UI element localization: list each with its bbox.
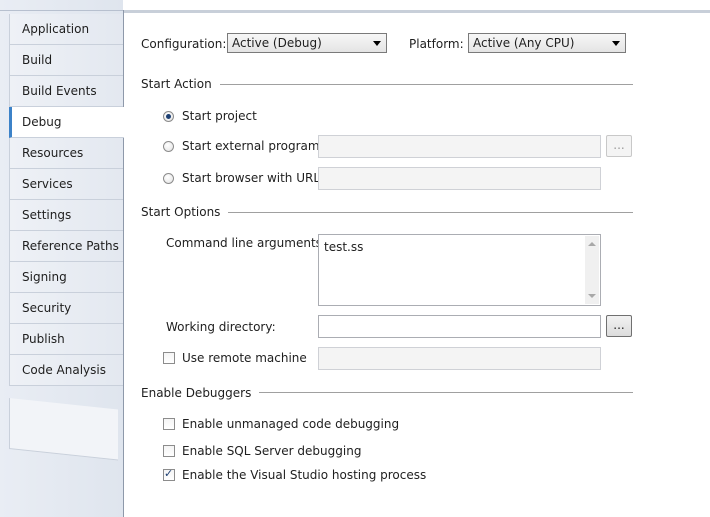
tab-services[interactable]: Services <box>9 169 123 200</box>
configuration-label: Configuration: <box>141 37 227 51</box>
working-directory-field[interactable] <box>318 315 601 338</box>
tab-signing[interactable]: Signing <box>9 262 123 293</box>
working-directory-label: Working directory: <box>166 320 276 334</box>
browser-url-field[interactable] <box>318 167 601 190</box>
start-external-radio[interactable] <box>163 141 174 152</box>
platform-label: Platform: <box>409 37 464 51</box>
configuration-value: Active (Debug) <box>232 36 322 50</box>
tab-debug[interactable]: Debug <box>9 107 124 138</box>
tab-resources[interactable]: Resources <box>9 138 123 169</box>
tab-strip-end <box>9 398 118 461</box>
remote-machine-label[interactable]: Use remote machine <box>182 351 307 365</box>
tab-build[interactable]: Build <box>9 45 123 76</box>
external-program-field[interactable] <box>318 135 601 158</box>
tab-list: Application Build Build Events Debug Res… <box>9 14 124 386</box>
remote-machine-checkbox[interactable] <box>163 352 175 364</box>
scroll-down-icon[interactable] <box>588 294 596 298</box>
sql-debugging-label[interactable]: Enable SQL Server debugging <box>182 444 361 458</box>
sql-debugging-checkbox[interactable] <box>163 445 175 457</box>
tab-security[interactable]: Security <box>9 293 123 324</box>
tab-settings[interactable]: Settings <box>9 200 123 231</box>
chevron-down-icon <box>612 41 620 46</box>
tab-sidebar: Application Build Build Events Debug Res… <box>0 0 124 517</box>
start-external-label[interactable]: Start external program: <box>182 139 324 153</box>
chevron-down-icon <box>373 41 381 46</box>
command-line-args-field[interactable]: test.ss <box>318 234 601 306</box>
start-browser-label[interactable]: Start browser with URL: <box>182 171 324 185</box>
command-line-args-value: test.ss <box>324 240 364 254</box>
tab-publish[interactable]: Publish <box>9 324 123 355</box>
configuration-select[interactable]: Active (Debug) <box>227 33 387 53</box>
start-action-title: Start Action <box>141 77 220 91</box>
enable-debuggers-title: Enable Debuggers <box>141 386 260 400</box>
unmanaged-debugging-checkbox[interactable] <box>163 418 175 430</box>
scroll-up-icon[interactable] <box>588 242 596 246</box>
command-line-args-label: Command line arguments: <box>166 236 326 250</box>
start-browser-radio[interactable] <box>163 173 174 184</box>
debug-page: Configuration: Active (Debug) Platform: … <box>124 13 710 517</box>
start-project-radio[interactable] <box>163 111 174 122</box>
unmanaged-debugging-label[interactable]: Enable unmanaged code debugging <box>182 417 399 431</box>
checkmark-icon: ✓ <box>164 467 174 480</box>
remote-machine-field[interactable] <box>318 347 601 370</box>
platform-value: Active (Any CPU) <box>473 36 575 50</box>
tab-code-analysis[interactable]: Code Analysis <box>9 355 123 386</box>
platform-select[interactable]: Active (Any CPU) <box>468 33 626 53</box>
tab-build-events[interactable]: Build Events <box>9 76 123 107</box>
working-directory-browse-button[interactable]: ... <box>606 315 632 337</box>
tab-application[interactable]: Application <box>9 14 123 45</box>
args-scrollbar[interactable] <box>585 236 599 304</box>
start-options-title: Start Options <box>141 205 229 219</box>
external-program-browse-button[interactable]: ... <box>606 135 632 157</box>
hosting-process-checkbox[interactable]: ✓ <box>163 467 175 481</box>
sidebar-top-divider <box>0 10 123 11</box>
hosting-process-label[interactable]: Enable the Visual Studio hosting process <box>182 468 426 482</box>
start-project-label[interactable]: Start project <box>182 109 257 123</box>
tab-reference-paths[interactable]: Reference Paths <box>9 231 123 262</box>
